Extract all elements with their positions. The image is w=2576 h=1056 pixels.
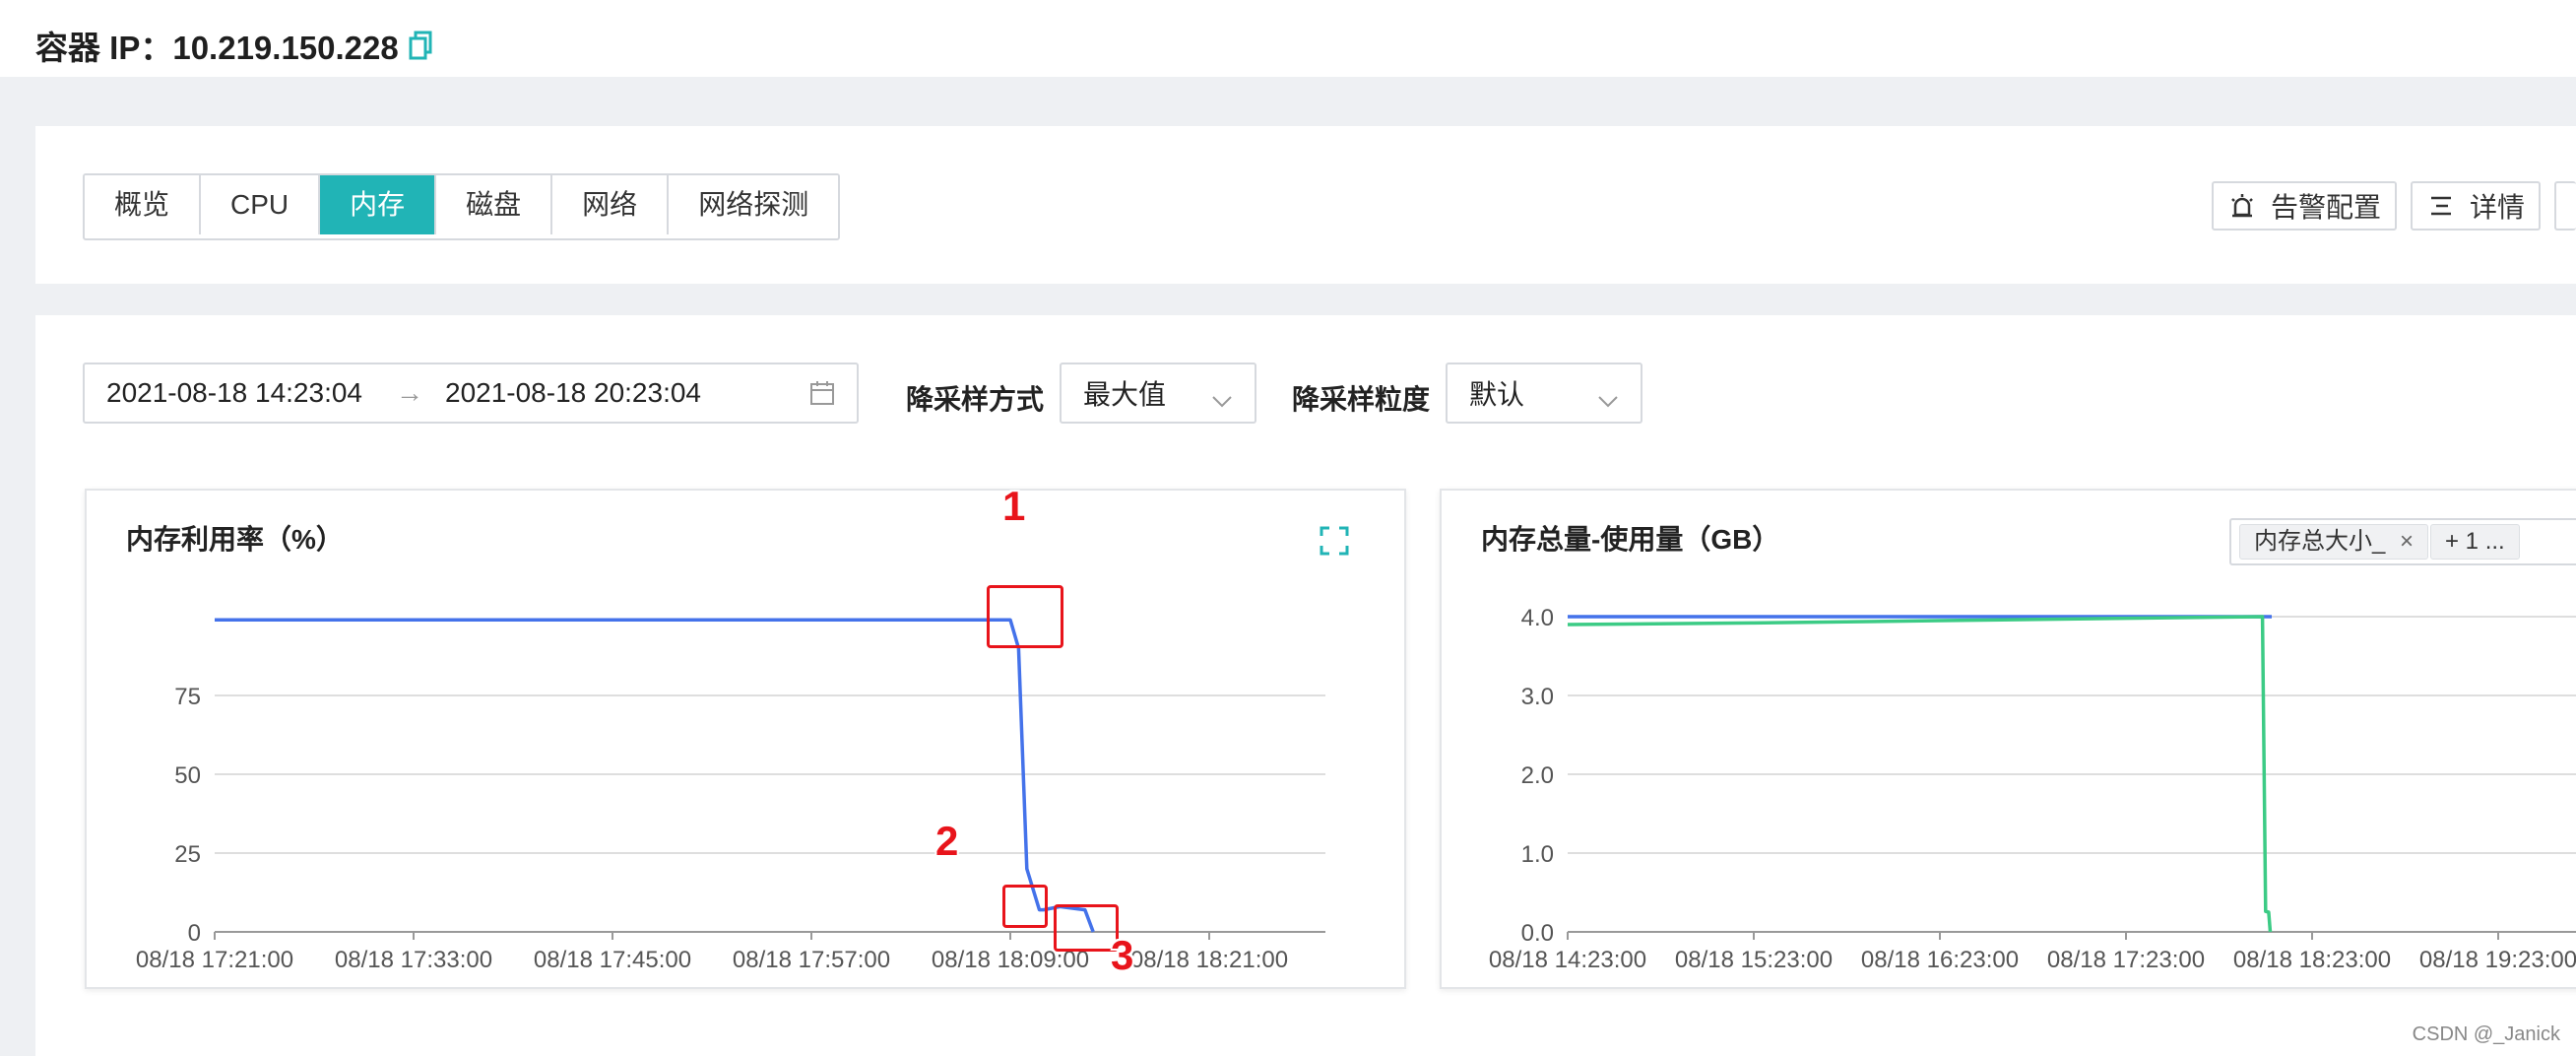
downsample-method-value: 最大值 bbox=[1083, 379, 1167, 410]
alert-config-button[interactable]: 告警配置 bbox=[2212, 181, 2398, 231]
x-tick-label: 08/18 17:57:00 bbox=[733, 947, 890, 973]
y-tick-label: 50 bbox=[174, 762, 201, 789]
annotation-2-label: 2 bbox=[935, 818, 959, 864]
details-label: 详情 bbox=[2470, 192, 2526, 223]
x-tick-label: 08/18 14:23:00 bbox=[1489, 947, 1646, 973]
memory-total-chart: 0.0 1.0 2.0 3.0 4.0 08/18 14:23:00 08/18 15:23… bbox=[1489, 605, 2576, 973]
x-tick-label: 08/18 17:33:00 bbox=[335, 947, 492, 973]
header-bar: 容器 IP：10.219.150.228 bbox=[0, 0, 2576, 77]
tab-network-probe[interactable]: 网络探测 bbox=[669, 175, 839, 234]
series-line-1 bbox=[215, 618, 1095, 933]
more-button[interactable] bbox=[2554, 181, 2576, 231]
chevron-down-icon bbox=[1597, 384, 1619, 408]
list-icon bbox=[2426, 191, 2456, 221]
x-tick-label: 08/18 18:21:00 bbox=[1130, 947, 1288, 973]
x-tick-label: 08/18 17:45:00 bbox=[534, 947, 691, 973]
metric-tabs: 概览 CPU 内存 磁盘 网络 网络探测 bbox=[83, 173, 841, 240]
y-tick-label: 0 bbox=[188, 920, 201, 947]
x-tick-label: 08/18 17:21:00 bbox=[136, 947, 293, 973]
chevron-down-icon bbox=[1211, 384, 1233, 408]
y-tick-label: 0.0 bbox=[1521, 920, 1554, 947]
downsample-granularity-select[interactable]: 默认 bbox=[1446, 363, 1642, 424]
watermark: CSDN @_Janick bbox=[2412, 1023, 2560, 1045]
downsample-granularity-label: 降采样粒度 bbox=[1292, 384, 1431, 415]
x-tick-label: 08/18 16:23:00 bbox=[1861, 947, 2019, 973]
annotation-3-box bbox=[1054, 904, 1119, 952]
y-tick-label: 4.0 bbox=[1521, 605, 1554, 631]
y-tick-label: 75 bbox=[174, 684, 201, 710]
downsample-method-label: 降采样方式 bbox=[906, 384, 1045, 415]
x-tick-label: 08/18 15:23:00 bbox=[1675, 947, 1833, 973]
annotation-3-label: 3 bbox=[1111, 932, 1134, 978]
memory-usage-chart: 0 25 50 75 08/18 17:21:00 08/18 17:33:00 08/18… bbox=[136, 618, 1325, 973]
annotation-1-box bbox=[987, 585, 1063, 648]
tab-memory[interactable]: 内存 bbox=[320, 175, 437, 234]
y-tick-label: 2.0 bbox=[1521, 762, 1554, 789]
annotation-1-label: 1 bbox=[1002, 483, 1026, 529]
tab-overview[interactable]: 概览 bbox=[85, 175, 202, 234]
y-tick-label: 3.0 bbox=[1521, 684, 1554, 710]
alert-config-label: 告警配置 bbox=[2271, 192, 2382, 223]
downsample-granularity-value: 默认 bbox=[1469, 379, 1525, 410]
date-range-picker[interactable]: 2021-08-18 14:23:04 → 2021-08-18 20:23:0… bbox=[83, 363, 859, 424]
main-panel: 2021-08-18 14:23:04 → 2021-08-18 20:23:0… bbox=[35, 315, 2576, 1056]
x-tick-label: 08/18 18:23:00 bbox=[2233, 947, 2391, 973]
date-arrow: → bbox=[396, 377, 423, 408]
x-tick-label: 08/18 17:23:00 bbox=[2047, 947, 2205, 973]
downsample-method-select[interactable]: 最大值 bbox=[1060, 363, 1256, 424]
container-ip-label: 容器 IP：10.219.150.228 bbox=[35, 30, 399, 66]
tab-panel: 概览 CPU 内存 磁盘 网络 网络探测 告警配置 详情 bbox=[35, 126, 2576, 284]
date-end: 2021-08-18 20:23:04 bbox=[445, 377, 701, 408]
alarm-icon bbox=[2227, 191, 2257, 221]
memory-usage-card: 内存利用率（%） 0 25 50 75 08/18 17:21:00 08/18 17:3… bbox=[85, 489, 1406, 989]
tab-network[interactable]: 网络 bbox=[552, 175, 670, 234]
tab-disk[interactable]: 磁盘 bbox=[436, 175, 553, 234]
y-tick-label: 25 bbox=[174, 841, 201, 868]
details-button[interactable]: 详情 bbox=[2411, 181, 2542, 231]
x-tick-label: 08/18 19:23:00 bbox=[2419, 947, 2576, 973]
container-ip: 容器 IP：10.219.150.228 bbox=[35, 22, 432, 69]
y-tick-label: 1.0 bbox=[1521, 841, 1554, 868]
tab-cpu[interactable]: CPU bbox=[201, 175, 321, 234]
annotation-2-box bbox=[1002, 885, 1048, 928]
calendar-icon bbox=[809, 380, 835, 406]
memory-total-card: 内存总量-使用量（GB） 内存总大小_ × + 1 ... 0.0 1.0 2.0 3… bbox=[1440, 489, 2576, 989]
copy-icon[interactable] bbox=[409, 31, 432, 60]
date-start: 2021-08-18 14:23:04 bbox=[106, 377, 362, 408]
